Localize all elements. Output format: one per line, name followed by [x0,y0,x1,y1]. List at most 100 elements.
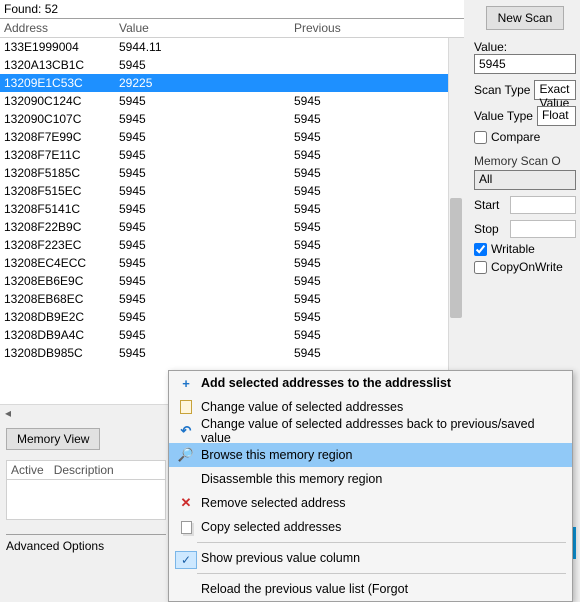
cell-value: 5945 [115,200,290,218]
cell-previous: 5945 [290,236,464,254]
menu-item-label: Change value of selected addresses back … [197,417,562,445]
table-row[interactable]: 132090C124C59455945 [0,92,464,110]
menu-item[interactable]: +Add selected addresses to the addressli… [169,371,572,395]
cell-address: 13208F7E99C [0,128,115,146]
table-row[interactable]: 1320A13CB1C5945 [0,56,464,74]
cell-previous: 5945 [290,272,464,290]
table-row[interactable]: 13208DB985C59455945 [0,344,464,362]
results-list[interactable]: 133E19990045944.111320A13CB1C594513209E1… [0,38,464,404]
scan-value-input[interactable] [474,54,576,74]
table-row[interactable]: 13208F515EC59455945 [0,182,464,200]
cell-address: 1320A13CB1C [0,56,115,74]
cell-value: 29225 [115,74,290,92]
hscroll-left-icon[interactable]: ◂ [0,405,16,421]
stop-input[interactable] [510,220,576,238]
cell-value: 5945 [115,164,290,182]
start-input[interactable] [510,196,576,214]
table-row[interactable]: 133E19990045944.11 [0,38,464,56]
table-row[interactable]: 13208F7E99C59455945 [0,128,464,146]
cell-value: 5945 [115,56,290,74]
copyonwrite-label: CopyOnWrite [491,260,563,274]
cell-address: 13208DB985C [0,344,115,362]
header-address[interactable]: Address [0,21,115,35]
cell-address: 13208F7E11C [0,146,115,164]
cell-previous [290,74,464,92]
menu-item[interactable]: Disassemble this memory region [169,467,572,491]
table-row[interactable]: 13208EB68EC59455945 [0,290,464,308]
menu-item[interactable]: 🔎Browse this memory region [169,443,572,467]
cell-previous: 5945 [290,344,464,362]
menu-item-label: Remove selected address [197,496,562,510]
cell-previous: 5945 [290,290,464,308]
menu-item-show-previous[interactable]: ✓Show previous value column [169,546,572,570]
table-row[interactable]: 13208F223EC59455945 [0,236,464,254]
menu-item[interactable]: Change value of selected addresses [169,395,572,419]
undo-icon: ↶ [175,423,197,439]
menu-item-label: Reload the previous value list (Forgot [197,582,562,596]
copyonwrite-checkbox[interactable] [474,261,487,274]
compare-label: Compare [491,130,540,144]
menu-item[interactable]: ✕Remove selected address [169,491,572,515]
cell-previous: 5945 [290,146,464,164]
cell-address: 132090C124C [0,92,115,110]
cell-value: 5945 [115,146,290,164]
memory-region-select[interactable]: All [474,170,576,190]
binoc-icon: 🔎 [175,447,197,463]
cell-value: 5944.11 [115,38,290,56]
table-row[interactable]: 13208F5141C59455945 [0,200,464,218]
cell-value: 5945 [115,290,290,308]
menu-item-label: Copy selected addresses [197,520,562,534]
col-active[interactable]: Active [11,463,44,477]
cell-value: 5945 [115,218,290,236]
cell-previous: 5945 [290,164,464,182]
cell-value: 5945 [115,92,290,110]
table-row[interactable]: 13208EB6E9C59455945 [0,272,464,290]
table-row[interactable]: 13208F7E11C59455945 [0,146,464,164]
cell-previous: 5945 [290,218,464,236]
col-description[interactable]: Description [54,463,114,477]
address-list[interactable] [6,480,166,520]
scrollbar-thumb[interactable] [450,198,462,318]
cell-previous: 5945 [290,110,464,128]
table-row[interactable]: 132090C107C59455945 [0,110,464,128]
table-row[interactable]: 13208F22B9C59455945 [0,218,464,236]
cell-previous [290,38,464,56]
table-row[interactable]: 13208EC4ECC59455945 [0,254,464,272]
advanced-options-label[interactable]: Advanced Options [6,534,166,553]
new-scan-button[interactable]: New Scan [486,6,564,30]
table-row[interactable]: 13208DB9A4C59455945 [0,326,464,344]
cell-address: 132090C107C [0,110,115,128]
memory-scan-options-label: Memory Scan O [474,154,576,168]
menu-item[interactable]: Copy selected addresses [169,515,572,539]
cell-value: 5945 [115,254,290,272]
menu-separator [197,542,566,543]
memory-view-button[interactable]: Memory View [6,428,100,450]
value-type-select[interactable]: Float [537,106,576,126]
cell-previous: 5945 [290,128,464,146]
cell-value: 5945 [115,326,290,344]
copy-icon [175,521,197,534]
cell-address: 13208EB68EC [0,290,115,308]
cell-previous: 5945 [290,182,464,200]
check-icon: ✓ [175,551,197,569]
plus-icon: + [175,376,197,391]
vertical-scrollbar[interactable] [448,38,464,404]
menu-item[interactable]: ↶Change value of selected addresses back… [169,419,572,443]
scan-panel: New Scan Value: Scan Type Exact Value Va… [464,0,580,420]
cell-previous: 5945 [290,92,464,110]
table-row[interactable]: 13209E1C53C29225 [0,74,464,92]
writable-checkbox[interactable] [474,243,487,256]
cell-address: 13208F223EC [0,236,115,254]
compare-checkbox[interactable] [474,131,487,144]
menu-item-reload[interactable]: Reload the previous value list (Forgot [169,577,572,601]
cell-address: 13209E1C53C [0,74,115,92]
scan-type-select[interactable]: Exact Value [534,80,576,100]
header-previous[interactable]: Previous [290,21,464,35]
cell-previous [290,56,464,74]
cell-value: 5945 [115,128,290,146]
cell-address: 133E1999004 [0,38,115,56]
header-value[interactable]: Value [115,21,290,35]
menu-item-label: Disassemble this memory region [197,472,562,486]
table-row[interactable]: 13208DB9E2C59455945 [0,308,464,326]
table-row[interactable]: 13208F5185C59455945 [0,164,464,182]
